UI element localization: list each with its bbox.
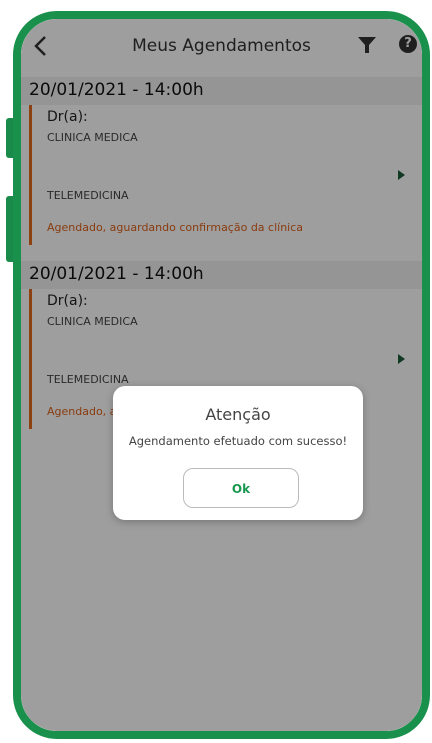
ok-button[interactable]: Ok bbox=[183, 468, 299, 508]
alert-dialog: Atenção Agendamento efetuado com sucesso… bbox=[113, 386, 363, 520]
phone-frame: Meus Agendamentos ? 20/01/2021 - 14:00h … bbox=[13, 11, 430, 739]
dialog-message: Agendamento efetuado com sucesso! bbox=[128, 434, 348, 448]
screen: Meus Agendamentos ? 20/01/2021 - 14:00h … bbox=[21, 19, 422, 731]
dialog-title: Atenção bbox=[205, 405, 271, 424]
modal-overlay bbox=[21, 19, 422, 731]
